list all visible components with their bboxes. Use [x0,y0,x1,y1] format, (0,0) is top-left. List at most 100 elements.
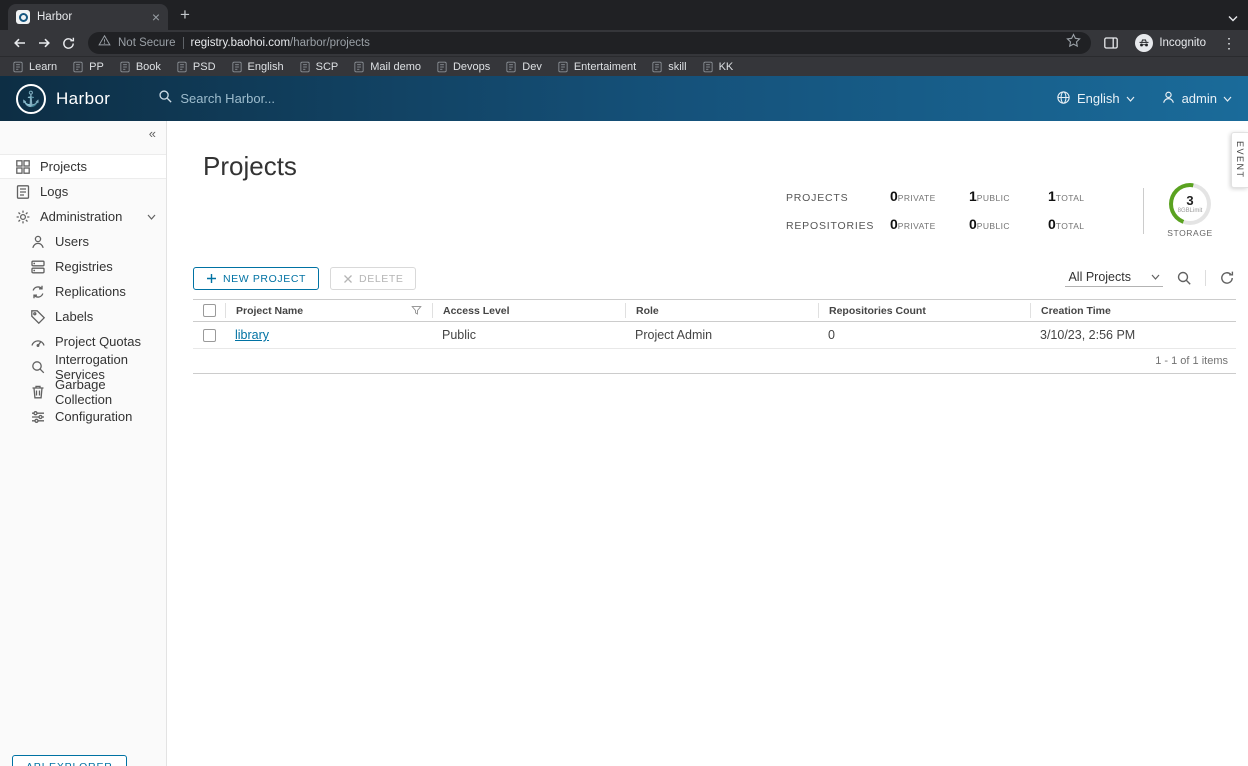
stat-repos-public: 0PUBLIC [969,215,1010,232]
incognito-badge[interactable]: Incognito [1131,34,1210,52]
tab-close-icon[interactable]: × [152,10,160,24]
table-actions: NEW PROJECT DELETE [193,267,417,290]
x-icon [344,274,352,283]
security-label: Not Secure [118,37,176,49]
browser-tab[interactable]: Harbor × [8,4,168,30]
tab-title: Harbor [37,11,73,23]
filter-funnel-icon[interactable] [411,305,422,316]
language-label: English [1076,91,1120,106]
bookmark-item[interactable]: SCP [299,61,338,73]
bookmark-item[interactable]: PP [72,61,104,73]
forward-icon[interactable] [32,32,56,54]
sidebar: « Projects Logs Administration Users Reg… [0,121,167,766]
browser-menu-icon[interactable]: ⋮ [1218,35,1240,52]
bookmark-item[interactable]: KK [702,61,733,73]
url-text: registry.baohoi.com/harbor/projects [191,37,370,49]
bookmark-item[interactable]: Entertaiment [557,61,636,73]
bookmark-item[interactable]: Devops [436,61,490,73]
sidebar-item-registries[interactable]: Registries [0,254,166,279]
cell-repositories-count: 0 [828,328,835,342]
labels-icon [31,309,46,324]
sidebar-collapse-icon[interactable]: « [149,126,156,141]
bookmark-item[interactable]: Learn [12,61,57,73]
chevron-down-icon [1223,96,1232,102]
browser-toolbar: Not Secure registry.baohoi.com/harbor/pr… [0,30,1248,56]
new-project-button[interactable]: NEW PROJECT [193,267,320,290]
back-icon[interactable] [8,32,32,54]
project-type-select[interactable]: All Projects [1065,268,1163,287]
bookmark-item[interactable]: Dev [505,61,542,73]
refresh-icon[interactable] [1218,269,1236,287]
user-icon [1161,90,1176,108]
items-count-label: 1 - 1 of 1 items [1155,355,1228,367]
column-creation-time: Creation Time [1030,303,1236,318]
quotas-gauge-icon [31,339,45,347]
bookmark-icon [558,61,568,72]
storage-value: 3 [1186,192,1194,208]
bookmark-item[interactable]: skill [651,61,687,73]
cell-creation-time: 3/10/23, 2:56 PM [1040,328,1136,342]
table-search-icon[interactable] [1175,269,1193,287]
sidebar-item-administration[interactable]: Administration [0,204,166,229]
tab-search-chevron-icon[interactable] [1228,9,1238,27]
row-checkbox[interactable] [193,328,225,342]
api-explorer-button[interactable]: API EXPLORER [12,755,127,766]
interrogation-icon [32,360,45,373]
side-panel-icon[interactable] [1099,32,1123,54]
column-role: Role [625,303,818,318]
bookmark-icon [300,61,310,72]
bookmark-icon [437,61,447,72]
delete-button[interactable]: DELETE [330,267,417,290]
bookmark-icon [177,61,187,72]
sidebar-item-logs[interactable]: Logs [0,179,166,204]
projects-icon [16,159,30,174]
sidebar-item-projects[interactable]: Projects [0,154,166,179]
stat-repos-private: 0PRIVATE [890,215,936,232]
sidebar-item-replications[interactable]: Replications [0,279,166,304]
harbor-header: ⚓ Harbor English admin [0,76,1248,121]
event-side-tab[interactable]: EVENT [1231,132,1248,188]
tab-strip: Harbor × + [0,0,1248,30]
sidebar-item-interrogation-services[interactable]: Interrogation Services [0,352,166,382]
summary-stats: PROJECTS 0PRIVATE 1PUBLIC 1TOTAL REPOSIT… [786,183,1220,238]
select-all-checkbox[interactable] [193,303,225,318]
chevron-down-icon [1126,96,1135,102]
user-menu[interactable]: admin [1161,90,1232,108]
replications-icon [32,285,44,298]
filter-bar: All Projects [1065,268,1236,287]
storage-stat: 3 8GBLimit STORAGE [1160,183,1220,238]
event-tab-label: EVENT [1235,141,1245,179]
incognito-avatar-icon [1135,34,1154,52]
search-input[interactable] [180,91,459,106]
bookmark-item[interactable]: PSD [176,61,216,73]
stat-projects-total: 1TOTAL [1048,187,1085,204]
sidebar-item-configuration[interactable]: Configuration [0,404,166,429]
harbor-logo-icon: ⚓ [16,83,46,114]
bookmarks-bar: Learn PP Book PSD English SCP Mail demo … [0,56,1248,76]
new-tab-button[interactable]: + [180,6,190,25]
users-icon [32,235,44,248]
sidebar-item-project-quotas[interactable]: Project Quotas [0,329,166,354]
reload-icon[interactable] [56,32,80,54]
table-row: library Public Project Admin 0 3/10/23, … [193,322,1236,349]
bookmark-star-icon[interactable] [1066,33,1082,53]
bookmark-item[interactable]: Mail demo [353,61,421,73]
repositories-stats-label: REPOSITORIES [786,219,875,232]
chevron-down-icon [1151,274,1160,280]
project-link[interactable]: library [235,328,269,342]
global-search[interactable] [158,89,459,109]
sidebar-item-labels[interactable]: Labels [0,304,166,329]
stats-divider [1143,187,1144,234]
language-menu[interactable]: English [1056,90,1135,108]
bookmark-icon [652,61,662,72]
search-icon [158,89,173,109]
registries-icon [31,260,45,273]
sidebar-item-users[interactable]: Users [0,229,166,254]
sidebar-item-garbage-collection[interactable]: Garbage Collection [0,377,166,407]
incognito-label: Incognito [1159,37,1206,49]
cell-role: Project Admin [635,328,713,342]
bookmark-item[interactable]: English [231,61,284,73]
address-bar[interactable]: Not Secure registry.baohoi.com/harbor/pr… [88,32,1092,54]
bookmark-item[interactable]: Book [119,61,161,73]
tab-favicon-icon [16,10,30,24]
